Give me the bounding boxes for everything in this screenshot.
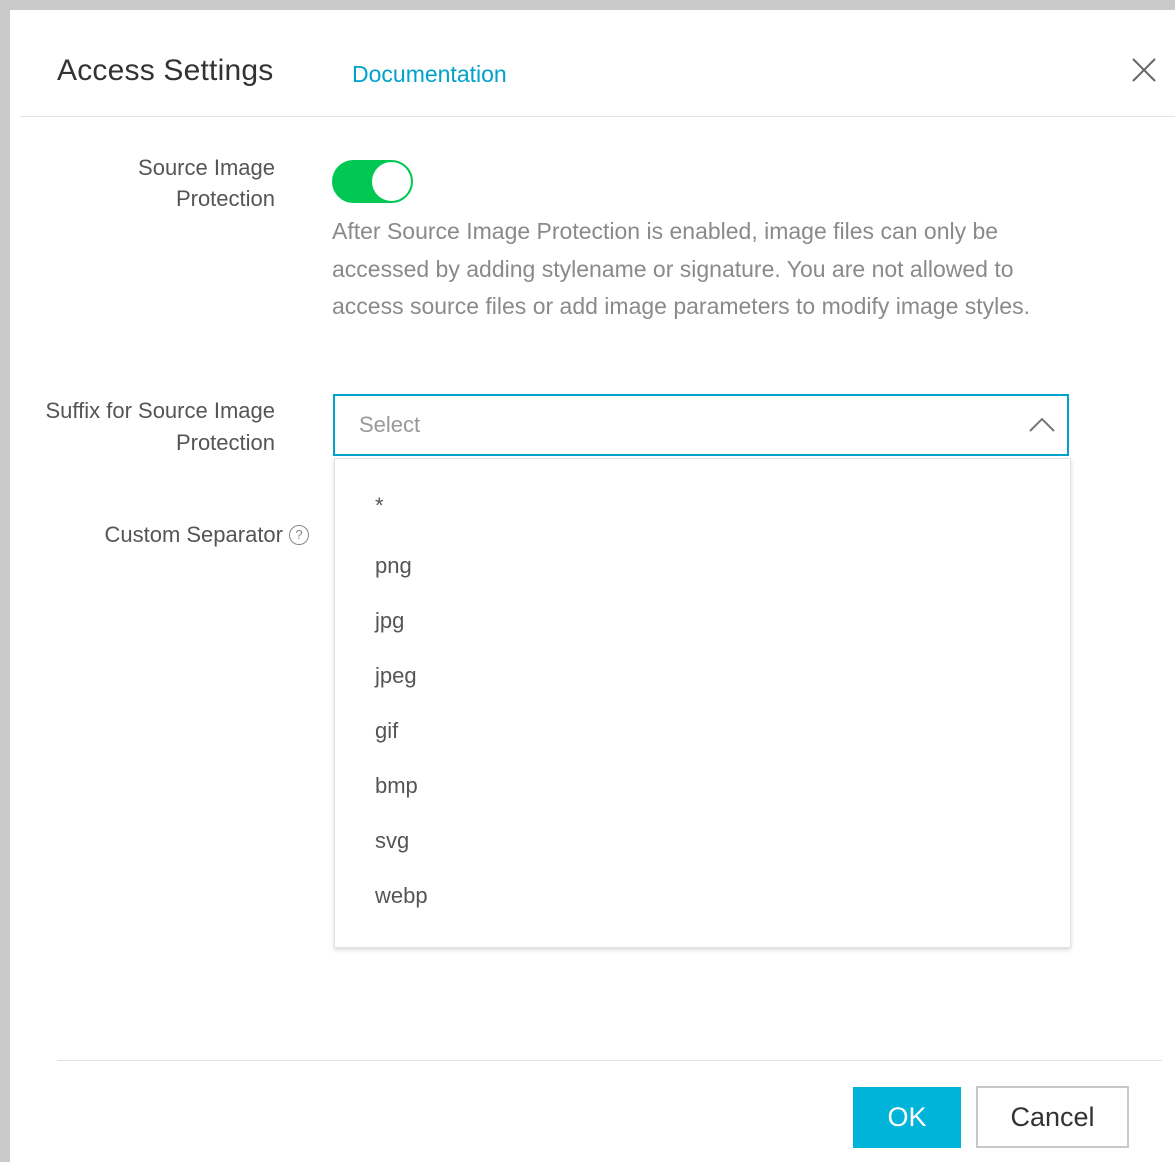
source-protection-label: Source Image Protection xyxy=(138,155,275,211)
dialog-title: Access Settings xyxy=(57,54,274,87)
suffix-label: Suffix for Source Image Protection xyxy=(45,398,276,455)
dropdown-option-jpeg[interactable]: jpeg xyxy=(375,663,417,689)
ok-button[interactable]: OK xyxy=(853,1087,961,1148)
question-circle-icon[interactable]: ? xyxy=(289,524,309,545)
suffix-select[interactable]: Select xyxy=(333,394,1069,456)
dropdown-option-jpg[interactable]: jpg xyxy=(375,608,404,634)
dropdown-option-bmp[interactable]: bmp xyxy=(375,773,418,799)
source-protection-description: After Source Image Protection is enabled… xyxy=(332,218,1030,319)
access-settings-dialog: Access Settings Documentation Source Ima… xyxy=(0,0,1175,1162)
chevron-up-icon xyxy=(1027,412,1057,438)
dropdown-option-svg[interactable]: svg xyxy=(375,828,409,854)
dropdown-option-webp[interactable]: webp xyxy=(375,883,428,909)
dropdown-option-png[interactable]: png xyxy=(375,553,412,579)
documentation-link[interactable]: Documentation xyxy=(352,61,507,88)
footer-divider xyxy=(57,1060,1162,1061)
source-protection-toggle[interactable] xyxy=(332,160,413,203)
custom-separator-label: Custom Separator xyxy=(104,522,283,547)
toggle-knob xyxy=(372,162,411,201)
dropdown-option-gif[interactable]: gif xyxy=(375,718,398,744)
custom-separator-label-group: Custom Separator ? xyxy=(49,519,309,550)
header-divider xyxy=(20,116,1175,117)
suffix-select-placeholder: Select xyxy=(359,412,421,437)
dropdown-option-asterisk[interactable]: * xyxy=(375,493,384,519)
close-icon[interactable] xyxy=(1126,52,1162,88)
cancel-button[interactable]: Cancel xyxy=(976,1086,1129,1148)
suffix-dropdown-menu: * png jpg jpeg gif bmp svg webp xyxy=(334,458,1071,948)
